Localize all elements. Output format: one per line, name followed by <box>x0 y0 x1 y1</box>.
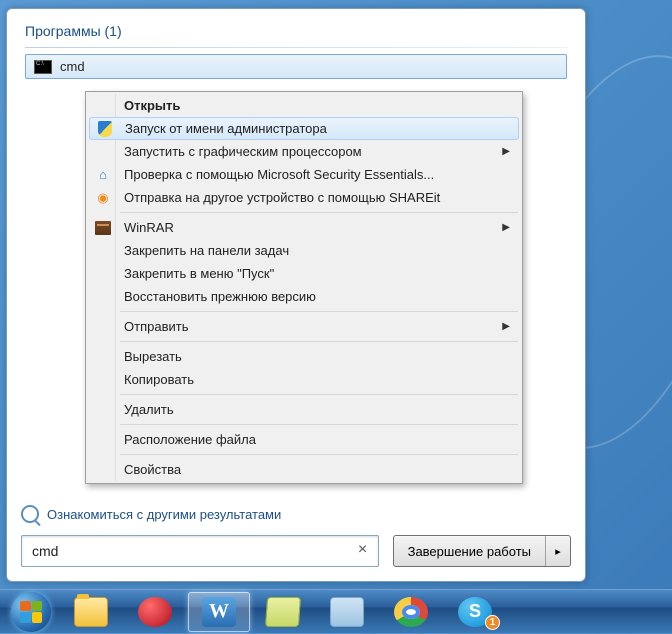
context-menu: Открыть Запуск от имени администратора З… <box>85 91 523 484</box>
menu-item-run-gpu[interactable]: Запустить с графическим процессором ▶ <box>88 140 520 163</box>
taskbar-item-skype[interactable]: S 1 <box>444 592 506 632</box>
shutdown-label: Завершение работы <box>394 536 546 566</box>
menu-item-file-location[interactable]: Расположение файла <box>88 428 520 451</box>
search-result-label: cmd <box>60 59 85 74</box>
chevron-right-icon: ▶ <box>502 222 510 233</box>
taskbar-item-calculator[interactable] <box>316 592 378 632</box>
chrome-icon <box>394 597 428 627</box>
taskbar-item-notepad[interactable] <box>252 592 314 632</box>
taskbar-item-word[interactable]: W <box>188 592 250 632</box>
cmd-icon <box>34 60 52 74</box>
start-button[interactable] <box>4 590 58 634</box>
shield-icon <box>96 120 114 138</box>
taskbar: W S 1 <box>0 589 672 633</box>
menu-item-send-to[interactable]: Отправить ▶ <box>88 315 520 338</box>
mse-icon: ⌂ <box>94 166 112 184</box>
menu-separator <box>120 424 518 425</box>
opera-icon <box>138 597 172 627</box>
menu-item-mse-scan[interactable]: ⌂ Проверка с помощью Microsoft Security … <box>88 163 520 186</box>
start-menu-panel: Программы (1) cmd Открыть Запуск от имен… <box>6 8 586 582</box>
menu-separator <box>120 394 518 395</box>
search-input[interactable]: cmd × <box>21 535 379 567</box>
menu-item-pin-taskbar[interactable]: Закрепить на панели задач <box>88 239 520 262</box>
menu-item-delete[interactable]: Удалить <box>88 398 520 421</box>
section-header-programs: Программы (1) <box>7 9 585 47</box>
start-menu-bottom-bar: cmd × Завершение работы ▸ <box>21 535 571 567</box>
search-result-cmd[interactable]: cmd <box>25 54 567 79</box>
section-divider <box>25 47 567 48</box>
taskbar-item-explorer[interactable] <box>60 592 122 632</box>
chevron-right-icon: ▶ <box>502 146 510 157</box>
menu-item-properties[interactable]: Свойства <box>88 458 520 481</box>
menu-separator <box>120 212 518 213</box>
menu-separator <box>120 341 518 342</box>
shutdown-options-arrow[interactable]: ▸ <box>546 536 570 566</box>
shareit-icon: ◉ <box>94 189 112 207</box>
menu-item-winrar[interactable]: WinRAR ▶ <box>88 216 520 239</box>
word-icon: W <box>202 597 236 627</box>
menu-item-open[interactable]: Открыть <box>88 94 520 117</box>
windows-logo-icon <box>11 592 51 632</box>
folder-icon <box>74 597 108 627</box>
clear-search-button[interactable]: × <box>354 542 372 560</box>
menu-item-restore-version[interactable]: Восстановить прежнюю версию <box>88 285 520 308</box>
menu-item-shareit[interactable]: ◉ Отправка на другое устройство с помощь… <box>88 186 520 209</box>
menu-separator <box>120 454 518 455</box>
shutdown-button[interactable]: Завершение работы ▸ <box>393 535 571 567</box>
taskbar-item-chrome[interactable] <box>380 592 442 632</box>
menu-item-run-as-admin[interactable]: Запуск от имени администратора <box>89 117 519 140</box>
menu-item-pin-start[interactable]: Закрепить в меню "Пуск" <box>88 262 520 285</box>
winrar-icon <box>94 219 112 237</box>
menu-item-cut[interactable]: Вырезать <box>88 345 520 368</box>
search-input-value: cmd <box>32 543 354 559</box>
taskbar-item-opera[interactable] <box>124 592 186 632</box>
other-results-link[interactable]: Ознакомиться с другими результатами <box>21 505 281 523</box>
notification-badge: 1 <box>485 615 500 630</box>
notepad-icon <box>265 597 301 627</box>
chevron-right-icon: ▶ <box>502 321 510 332</box>
menu-separator <box>120 311 518 312</box>
calculator-icon <box>330 597 364 627</box>
search-icon <box>21 505 39 523</box>
menu-item-copy[interactable]: Копировать <box>88 368 520 391</box>
